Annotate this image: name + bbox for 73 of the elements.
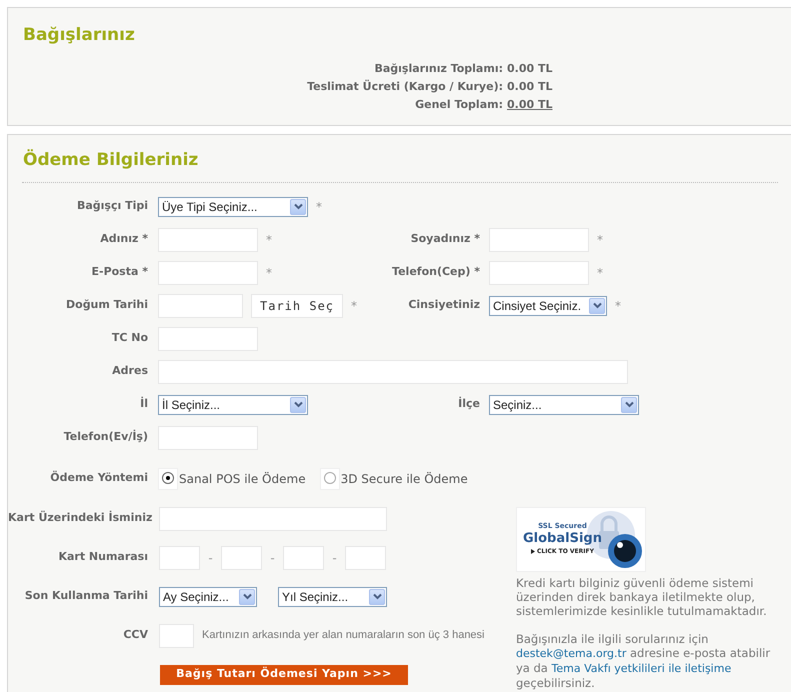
dropdown[interactable]: Seçiniz... xyxy=(489,394,639,414)
text-field[interactable] xyxy=(489,260,589,284)
summary-value: 0.00 TL xyxy=(507,60,552,77)
field-label: E-Posta * xyxy=(90,264,148,280)
radio-option[interactable]: 3D Secure ile Ödeme xyxy=(320,468,468,490)
required-mark: * xyxy=(266,264,272,282)
required-mark: * xyxy=(597,232,603,248)
text-field[interactable] xyxy=(158,326,258,350)
required-mark: * xyxy=(351,298,358,314)
required-mark: * xyxy=(266,232,272,248)
dropdown[interactable]: Yıl Seçiniz... xyxy=(278,586,387,606)
dropdown[interactable]: Cinsiyet Seçiniz. xyxy=(489,296,607,316)
dropdown[interactable]: İl Seçiniz... xyxy=(158,394,308,414)
chevron-down-icon xyxy=(290,396,306,412)
submit-button[interactable]: Bağış Tutarı Ödemesi Yapın >>> xyxy=(160,664,408,684)
summary-label: Bağışlarınız Toplamı: xyxy=(373,60,503,77)
contact-link[interactable]: destek@tema.org.tr xyxy=(516,647,626,660)
text-field[interactable] xyxy=(158,360,628,384)
chevron-down-icon xyxy=(239,588,255,604)
separator: - xyxy=(331,550,338,566)
text-field[interactable] xyxy=(158,426,258,450)
summary-label: Teslimat Ücreti (Kargo / Kurye): xyxy=(306,78,503,95)
text-field[interactable] xyxy=(159,546,200,570)
text-field[interactable] xyxy=(159,624,194,648)
chevron-down-icon xyxy=(589,298,605,314)
text-field[interactable] xyxy=(158,294,243,318)
field-label: Adres xyxy=(111,363,148,380)
summary-label: Genel Toplam: xyxy=(414,96,503,113)
field-label: Cinsiyetiniz xyxy=(407,297,480,314)
summary-value: 0.00 TL xyxy=(507,78,552,95)
field-label: İlçe xyxy=(457,396,480,412)
contact-note: Bağışınızla ile ilgili sorularınız için destek@tema.org.tr adresine e-posta atabilir ya da Tema Vakfı yetkilileri ile iletişime geçebilirsiniz. xyxy=(516,632,772,690)
hint-text: Kartınızın arkasında yer alan numaraların son üç 3 hanesi xyxy=(202,628,484,644)
field-label: Soyadınız * xyxy=(410,231,480,248)
text-field[interactable] xyxy=(158,228,258,252)
summary-value: 0.00 TL xyxy=(507,96,552,113)
text-field[interactable] xyxy=(489,228,589,252)
field-label: Telefon(Ev/İş) xyxy=(62,429,148,446)
radio-option[interactable]: Sanal POS ile Ödeme xyxy=(158,468,306,490)
chevron-down-icon xyxy=(369,588,385,604)
section-title: Bağışlarınız xyxy=(23,24,135,47)
date-picker-button[interactable]: Tarih Seç xyxy=(251,294,344,318)
chevron-down-icon xyxy=(290,198,306,214)
required-mark: * xyxy=(597,264,603,282)
radio-button[interactable] xyxy=(324,472,336,484)
text-field[interactable] xyxy=(221,546,262,570)
text-field[interactable] xyxy=(283,546,324,570)
field-label: Son Kullanma Tarihi xyxy=(24,588,148,604)
section-title: Ödeme Bilgileriniz xyxy=(23,148,198,172)
text-field[interactable] xyxy=(158,260,258,284)
contact-link[interactable]: Tema Vakfı yetkilileri ile iletişime xyxy=(552,662,732,675)
field-label: Adınız * xyxy=(99,231,148,248)
separator: - xyxy=(269,550,276,566)
text-field[interactable] xyxy=(159,506,387,530)
field-label: CCV xyxy=(122,627,148,644)
dropdown[interactable]: Ay Seçiniz... xyxy=(159,586,257,606)
radio-button[interactable] xyxy=(162,472,174,484)
field-label: İl xyxy=(139,396,148,412)
required-mark: * xyxy=(615,298,621,314)
field-label: Bağışçı Tipi xyxy=(76,198,148,214)
play-icon xyxy=(531,549,536,554)
chevron-down-icon xyxy=(621,396,637,412)
security-note: Kredi kartı bilginiz güvenli ödeme sistemi üzerinden direk bankaya iletilmekte olup, sistemlerimizde kesinlikle tutulmamaktadır. xyxy=(516,576,768,618)
field-label: Kart Numarası xyxy=(57,549,148,566)
separator: - xyxy=(207,550,214,566)
required-mark: * xyxy=(316,198,322,216)
text-field[interactable] xyxy=(345,546,386,570)
field-label: Telefon(Cep) * xyxy=(391,264,480,280)
badge-brand: GlobalSign xyxy=(523,531,602,547)
field-label: Ödeme Yöntemi xyxy=(49,470,148,486)
field-label: Doğum Tarihi xyxy=(65,297,148,314)
dropdown[interactable]: Üye Tipi Seçiniz... xyxy=(158,196,308,216)
field-label: TC No xyxy=(110,330,148,346)
